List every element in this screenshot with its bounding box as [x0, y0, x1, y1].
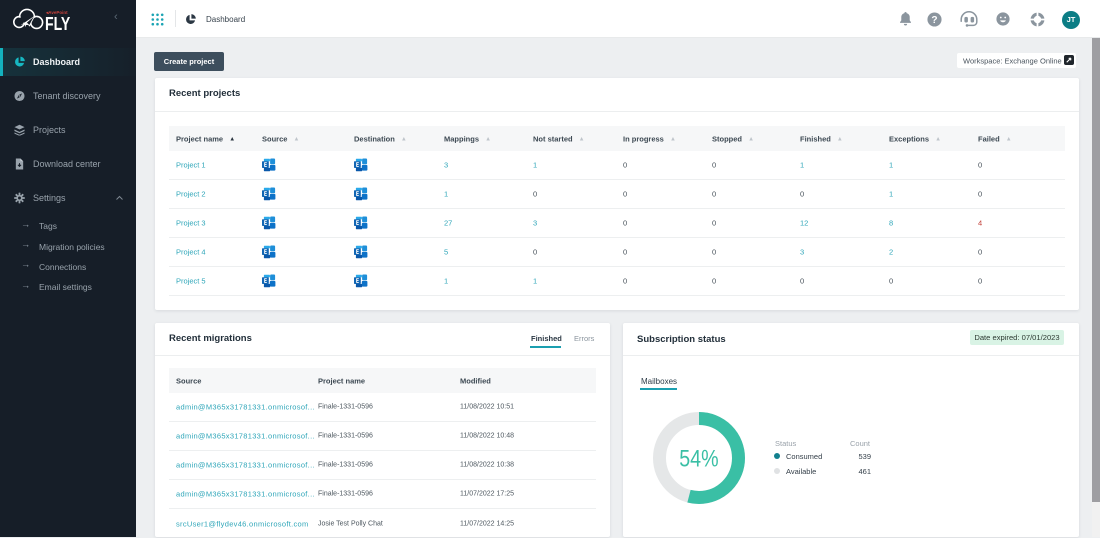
- svg-text:54%: 54%: [679, 445, 718, 472]
- svg-text:?: ?: [931, 15, 937, 26]
